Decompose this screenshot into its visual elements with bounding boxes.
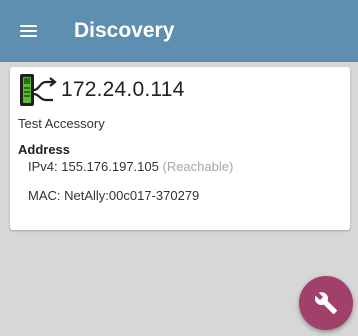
device-card[interactable]: 172.24.0.114 Test Accessory Address IPv4… bbox=[10, 67, 350, 230]
address-heading: Address bbox=[18, 142, 71, 157]
ipv4-value: 155.176.197.105 bbox=[61, 159, 159, 174]
page-title: Discovery bbox=[74, 19, 175, 42]
menu-button[interactable] bbox=[0, 0, 56, 62]
mac-row: MAC: NetAlly:00c017-370279 bbox=[28, 188, 199, 203]
tools-fab-button[interactable] bbox=[299, 276, 353, 330]
mac-label: MAC: bbox=[28, 188, 61, 203]
ipv4-label: IPv4: bbox=[28, 159, 58, 174]
netally-tester-icon bbox=[20, 74, 57, 106]
mac-value: NetAlly:00c017-370279 bbox=[64, 188, 200, 203]
ipv4-status: (Reachable) bbox=[162, 159, 234, 174]
device-name: Test Accessory bbox=[18, 116, 105, 131]
ipv4-row: IPv4: 155.176.197.105 (Reachable) bbox=[28, 159, 233, 174]
device-ip-address: 172.24.0.114 bbox=[61, 78, 185, 101]
wrench-icon bbox=[314, 292, 337, 314]
app-bar: Discovery bbox=[0, 0, 358, 62]
device-header: 172.24.0.114 bbox=[19, 72, 184, 108]
hamburger-menu-icon bbox=[19, 22, 37, 40]
